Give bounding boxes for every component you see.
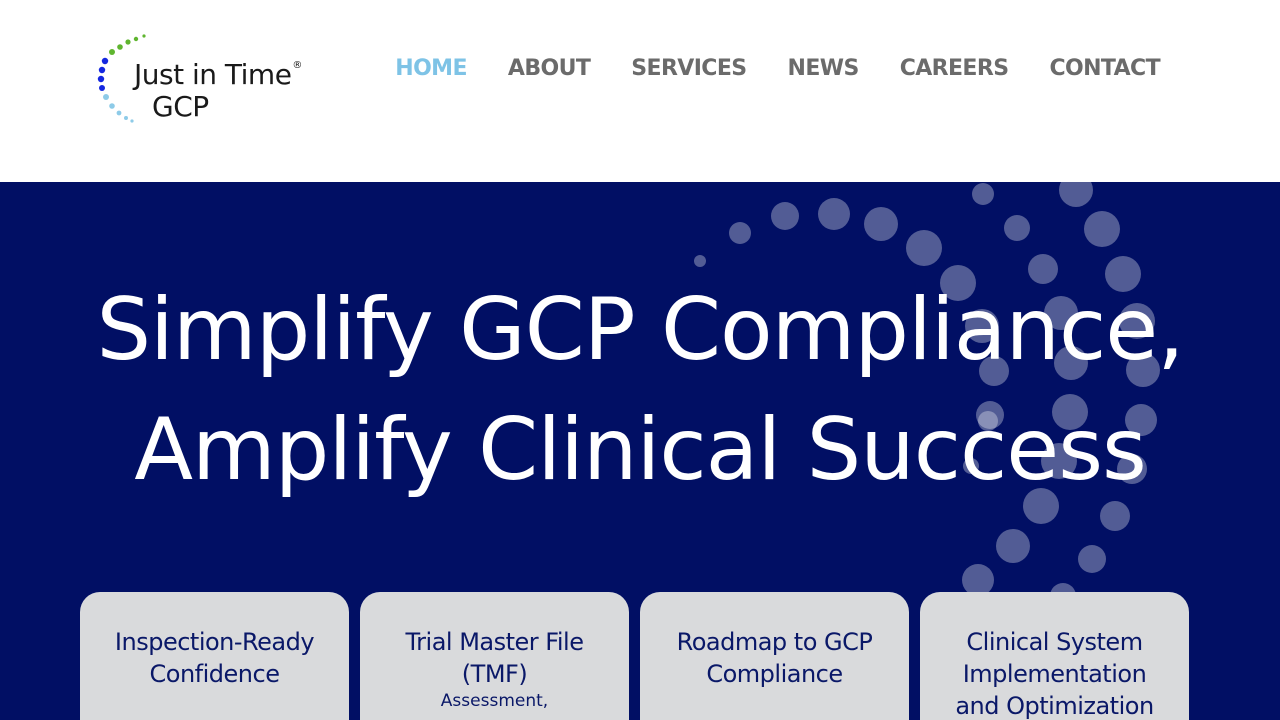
card-title: Roadmap to GCP Compliance: [676, 628, 873, 688]
service-card-inspection-ready[interactable]: Inspection-Ready Confidence: [80, 592, 349, 720]
service-card-clinical-system[interactable]: Clinical System Implementation and Optim…: [920, 592, 1189, 720]
nav-item-home[interactable]: HOME: [395, 56, 467, 81]
nav-item-about[interactable]: ABOUT: [508, 56, 591, 81]
page: Just in Time® GCP HOME ABOUT SERVICES NE…: [0, 0, 1280, 720]
nav-item-news[interactable]: NEWS: [788, 56, 860, 81]
card-title: Clinical System Implementation and Optim…: [955, 628, 1154, 720]
logo[interactable]: Just in Time® GCP: [96, 32, 326, 127]
hero-headline: Simplify GCP Compliance, Amplify Clinica…: [0, 270, 1280, 510]
service-card-roadmap[interactable]: Roadmap to GCP Compliance: [640, 592, 909, 720]
nav-item-careers[interactable]: CAREERS: [900, 56, 1009, 81]
nav-item-services[interactable]: SERVICES: [631, 56, 747, 81]
nav-item-contact[interactable]: CONTACT: [1049, 56, 1160, 81]
logo-text-line1: Just in Time®: [134, 58, 302, 91]
card-subtitle: Assessment,: [440, 691, 549, 711]
hero-section: Simplify GCP Compliance, Amplify Clinica…: [0, 182, 1280, 720]
main-nav: HOME ABOUT SERVICES NEWS CAREERS CONTACT: [354, 56, 1160, 81]
hero-headline-line2: Amplify Clinical Success: [134, 400, 1147, 500]
card-title: Trial Master File (TMF): [405, 628, 584, 688]
service-card-tmf[interactable]: Trial Master File (TMF) Assessment,: [360, 592, 629, 720]
hero-headline-line1: Simplify GCP Compliance,: [96, 280, 1184, 380]
site-header: Just in Time® GCP HOME ABOUT SERVICES NE…: [0, 0, 1280, 182]
service-cards: Inspection-Ready Confidence Trial Master…: [80, 592, 1200, 720]
logo-text-line2: GCP: [152, 90, 209, 123]
card-title: Inspection-Ready Confidence: [114, 628, 315, 688]
